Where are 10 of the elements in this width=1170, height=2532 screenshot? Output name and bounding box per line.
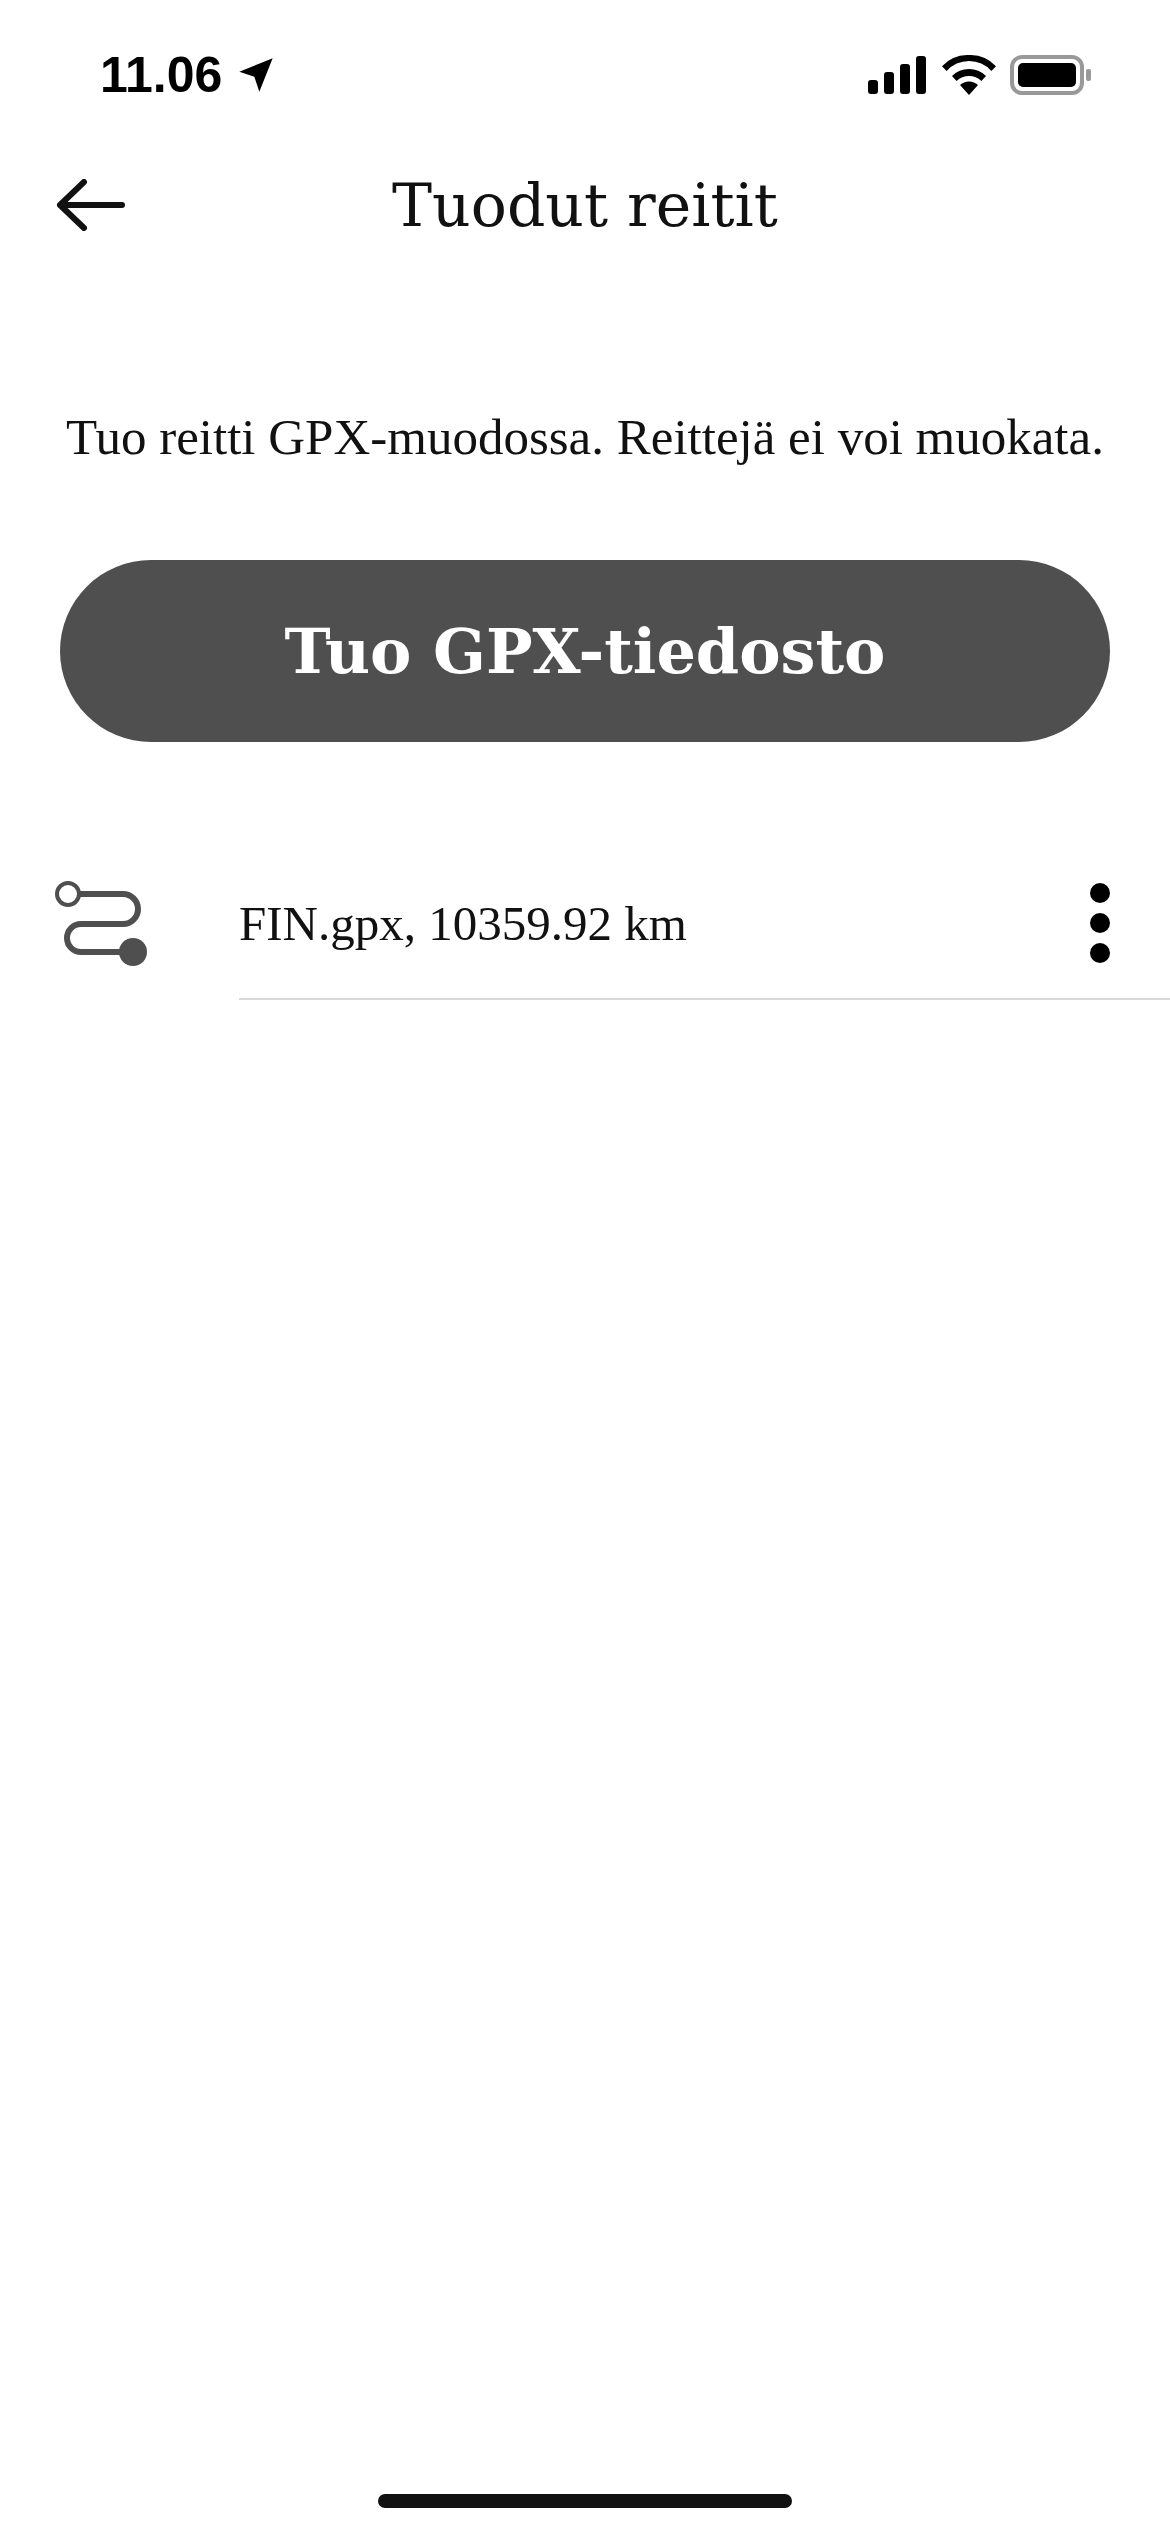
vertical-dots-icon: [1088, 881, 1112, 965]
battery-icon: [1010, 55, 1092, 95]
import-gpx-button[interactable]: Tuo GPX-tiedosto: [60, 560, 1110, 742]
status-time: 11.06: [100, 46, 223, 104]
signal-icon: [868, 56, 928, 94]
back-arrow-icon: [54, 179, 126, 231]
wifi-icon: [942, 55, 996, 95]
route-name[interactable]: FIN.gpx, 10359.92 km: [239, 894, 1070, 952]
page-title: Tuodut reitit: [392, 170, 778, 240]
description-text: Tuo reitti GPX-muodossa. Reittejä ei voi muokata.: [65, 408, 1105, 466]
